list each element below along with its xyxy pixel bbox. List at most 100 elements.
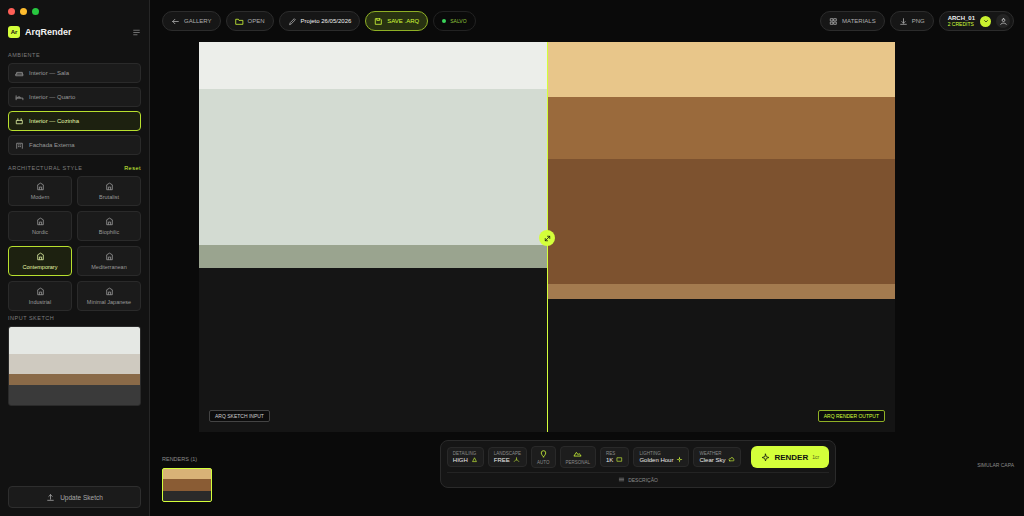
style-label: Contemporary — [23, 264, 58, 270]
section-title: AMBIENTE — [8, 52, 141, 58]
compare-canvas[interactable]: ARQ SKETCH INPUT ARQ RENDER OUTPUT — [199, 42, 895, 432]
style-label: Nordic — [32, 229, 48, 235]
sidebar-toggle-icon[interactable] — [132, 28, 141, 37]
render-thumbnail[interactable] — [162, 468, 212, 502]
minimize-button[interactable] — [20, 8, 27, 15]
ambient-list: Interior — Sala Interior — Quarto Interior… — [8, 63, 141, 155]
control-option[interactable]: DETAILINGHIGH — [447, 447, 484, 467]
option-icon — [728, 456, 735, 463]
gallery-button[interactable]: GALLERY — [162, 11, 221, 31]
room-icon — [15, 117, 24, 126]
compare-divider[interactable] — [547, 42, 548, 432]
canvas-area: ARQ SKETCH INPUT ARQ RENDER OUTPUT — [150, 42, 1024, 432]
divider-handle[interactable] — [539, 230, 555, 246]
download-icon — [899, 17, 908, 26]
status-dot — [442, 19, 446, 23]
render-image — [547, 42, 895, 432]
maximize-button[interactable] — [32, 8, 39, 15]
export-png-button[interactable]: PNG — [890, 11, 934, 31]
sketch-image — [199, 42, 547, 432]
brand: ArArqRender — [8, 26, 141, 38]
style-option[interactable]: Minimal Japanese — [77, 281, 141, 311]
option-icon — [471, 456, 478, 463]
control-option[interactable]: RES1K — [600, 447, 629, 467]
close-button[interactable] — [8, 8, 15, 15]
style-grid: Modern Brutalist Nordic Biophilic Contempora… — [8, 176, 141, 311]
ambient-item[interactable]: Interior — Sala — [8, 63, 141, 83]
option-icon — [539, 449, 548, 458]
control-value: HIGH — [453, 456, 478, 463]
hint-text: SIMULAR CAPA — [914, 440, 1014, 468]
style-option[interactable]: Industrial — [8, 281, 72, 311]
building-icon — [36, 182, 45, 191]
app-name: ArqRender — [25, 27, 127, 37]
bottom-bar: RENDERS (1) DETAILINGHIGH LANDSCAPEFREE A… — [150, 432, 1024, 516]
sidebar: ArArqRenderAMBIENTEInterior — SalaInteri… — [0, 0, 150, 516]
render-button[interactable]: RENDER1cr — [751, 446, 829, 468]
render-controls: DETAILINGHIGH LANDSCAPEFREE AUTO PERSONAL… — [440, 440, 836, 488]
option-icon — [513, 456, 520, 463]
renders-title: RENDERS (1) — [162, 456, 362, 462]
user-menu[interactable]: ARCH_012 CREDITS — [939, 11, 1014, 31]
style-option[interactable]: Nordic — [8, 211, 72, 241]
control-label: AUTO — [537, 460, 549, 465]
chevron-icon — [982, 17, 990, 25]
save-button[interactable]: SAVE .ARQ — [365, 11, 428, 31]
option-icon — [676, 456, 683, 463]
sparkle-icon — [761, 453, 770, 462]
building-icon — [105, 182, 114, 191]
dropdown-button[interactable] — [980, 16, 991, 27]
control-option[interactable]: PERSONAL — [560, 446, 597, 468]
top-bar: GALLERYOPENProjeto 26/05/2026SAVE .ARQSA… — [150, 0, 1024, 42]
control-option[interactable]: AUTO — [531, 446, 555, 468]
style-label: Industrial — [29, 299, 51, 305]
ambient-item[interactable]: Interior — Quarto — [8, 87, 141, 107]
style-option[interactable]: Mediterranean — [77, 246, 141, 276]
building-icon — [105, 287, 114, 296]
ambient-label: Fachada Externa — [29, 142, 75, 148]
control-label: DETAILING — [453, 451, 478, 456]
resize-icon — [543, 234, 552, 243]
reset-button[interactable]: Reset — [124, 165, 141, 171]
upload-icon — [46, 493, 55, 502]
style-option[interactable]: Modern — [8, 176, 72, 206]
style-option[interactable]: Brutalist — [77, 176, 141, 206]
project-name[interactable]: Projeto 26/05/2026 — [279, 11, 361, 31]
ambient-item[interactable]: Interior — Cozinha — [8, 111, 141, 131]
output-label: ARQ RENDER OUTPUT — [818, 410, 885, 422]
building-icon — [105, 217, 114, 226]
ambient-item[interactable]: Fachada Externa — [8, 135, 141, 155]
style-label: Brutalist — [99, 194, 119, 200]
input-sketch-image[interactable] — [8, 326, 141, 406]
control-option[interactable]: WEATHERClear Sky — [693, 447, 741, 467]
app-window: ArArqRenderAMBIENTEInterior — SalaInteri… — [0, 0, 1024, 516]
style-label: Mediterranean — [91, 264, 126, 270]
control-option[interactable]: LIGHTINGGolden Hour — [633, 447, 689, 467]
control-value: 1K — [606, 456, 623, 463]
grid-icon — [829, 17, 838, 26]
option-icon — [573, 449, 582, 458]
user-name: ARCH_01 — [948, 15, 975, 22]
user-icon — [999, 17, 1008, 26]
avatar[interactable] — [996, 14, 1010, 28]
building-icon — [36, 217, 45, 226]
style-option[interactable]: Biophilic — [77, 211, 141, 241]
control-option[interactable]: LANDSCAPEFREE — [488, 447, 527, 467]
materials-button[interactable]: MATERIALS — [820, 11, 885, 31]
section-title: INPUT SKETCH — [8, 315, 141, 321]
control-label: LIGHTING — [639, 451, 683, 456]
folder-icon — [235, 17, 244, 26]
control-value: FREE — [494, 456, 521, 463]
save-icon — [374, 17, 383, 26]
room-icon — [15, 69, 24, 78]
lines-icon — [618, 476, 625, 483]
input-label: ARQ SKETCH INPUT — [209, 410, 270, 422]
control-label: LANDSCAPE — [494, 451, 521, 456]
open-button[interactable]: OPEN — [226, 11, 274, 31]
description-toggle[interactable]: DESCRIÇÃO — [447, 472, 829, 483]
update-sketch-button[interactable]: Update Sketch — [8, 486, 141, 508]
credits: 2 CREDITS — [948, 22, 975, 28]
style-option[interactable]: Contemporary — [8, 246, 72, 276]
edit-icon — [288, 17, 297, 26]
window-controls — [8, 6, 141, 16]
